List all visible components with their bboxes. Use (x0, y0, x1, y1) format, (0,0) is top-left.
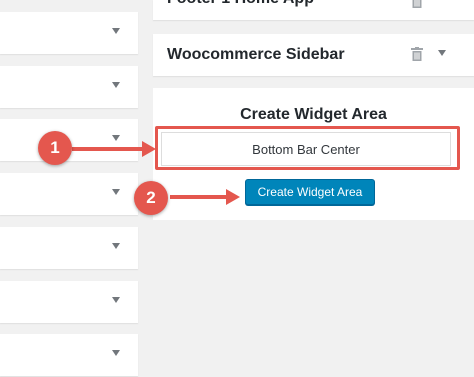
arrow-step1 (72, 141, 156, 157)
callout-step-2: 2 (134, 181, 168, 215)
arrow-step2 (170, 189, 240, 205)
annotation-arrows (72, 141, 240, 205)
callout-step-1: 1 (38, 131, 72, 165)
